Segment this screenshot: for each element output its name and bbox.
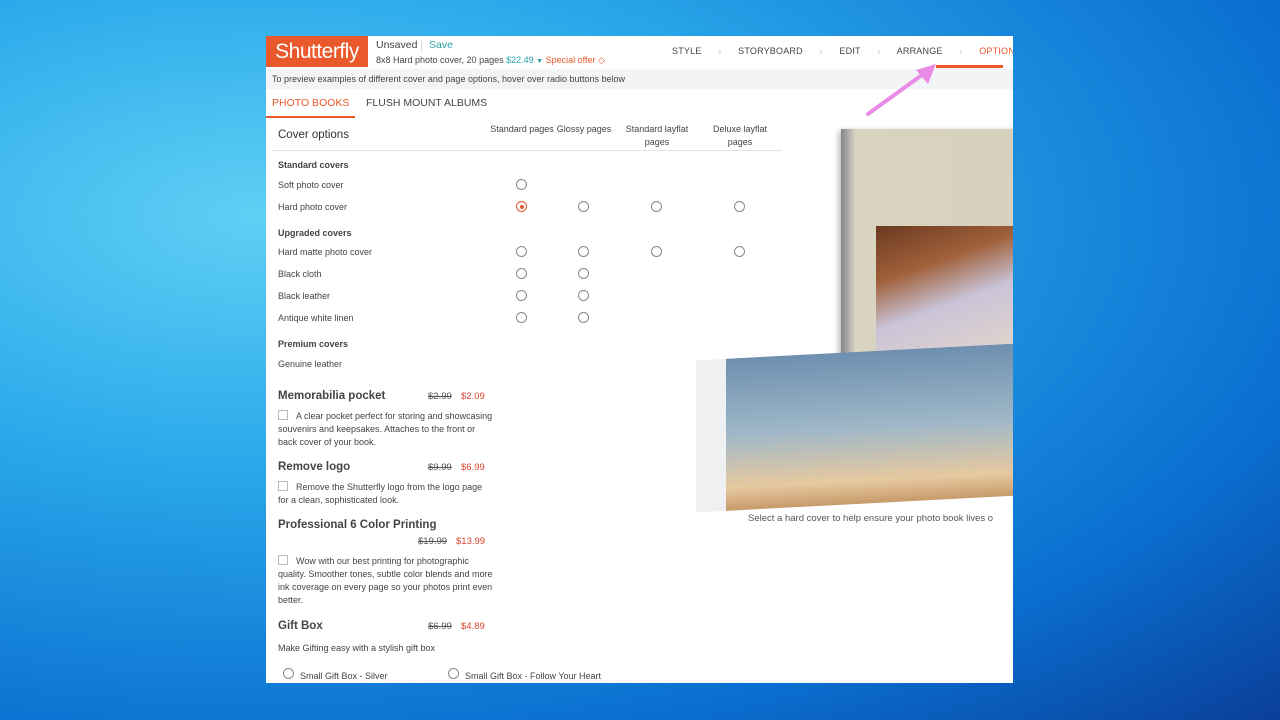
caret-down-icon[interactable]: ▼ [536,58,543,65]
cover-option-radio[interactable] [578,290,589,301]
addon-description-text: Wow with our best printing for photograp… [278,556,493,605]
step-arrange[interactable]: ARRANGE [897,46,943,56]
cover-option-radio[interactable] [516,268,527,279]
cover-option-radio[interactable] [516,312,527,323]
addon-description-text: A clear pocket perfect for storing and s… [278,411,493,447]
product-summary: 8x8 Hard photo cover, 20 pages $22.49 ▼ … [376,55,605,66]
cover-option-radio[interactable] [516,179,527,190]
gift-box-silver-radio[interactable] [283,668,294,679]
addon-checkbox[interactable] [278,481,288,491]
addon-checkbox[interactable] [278,555,288,565]
cover-option-radio[interactable] [578,312,589,323]
product-description: 8x8 Hard photo cover, 20 pages [376,55,504,65]
app-window: Shutterfly Unsaved Save 8x8 Hard photo c… [266,36,1013,683]
chevron-right-icon: › [959,46,963,56]
cover-option-label: Hard photo cover [278,202,348,212]
step-storyboard[interactable]: STORYBOARD [738,46,803,56]
tag-icon: ◇ [598,55,605,65]
old-price: $6.99 [428,621,452,632]
cover-option-label: Antique white linen [278,313,354,323]
cover-option-label: Black cloth [278,269,322,279]
divider [421,39,422,52]
cover-group-label: Premium covers [278,339,349,349]
step-edit[interactable]: EDIT [839,46,860,56]
cover-group-label: Standard covers [278,160,349,170]
active-step-underline [936,65,1003,68]
cover-option-label: Genuine leather [278,359,343,369]
save-button[interactable]: Save [429,39,453,51]
step-options[interactable]: OPTIONS [979,46,1013,56]
cover-option-radio[interactable] [651,201,662,212]
column-header: Standard layflat pages [625,124,689,147]
sale-price: $6.99 [461,462,485,473]
cover-option-label: Black leather [278,291,331,301]
book-preview-image [686,124,1013,513]
shutterfly-logo[interactable]: Shutterfly [266,36,368,67]
open-page-photo [696,343,1013,513]
preview-caption: Select a hard cover to help ensure your … [748,513,994,524]
cover-group-label: Upgraded covers [278,228,352,238]
step-nav: STYLE › STORYBOARD › EDIT › ARRANGE › OP… [672,46,1013,56]
cover-option-radio[interactable] [578,201,589,212]
cover-option-radio[interactable] [516,290,527,301]
addon-description: Remove the Shutterfly logo from the logo… [278,481,493,507]
gift-box-silver-label: Small Gift Box - Silver [300,671,388,681]
step-style[interactable]: STYLE [672,46,702,56]
cover-option-radio[interactable] [578,246,589,257]
addon-description: A clear pocket perfect for storing and s… [278,410,493,449]
sale-price: $4.89 [461,621,485,632]
active-tab-underline [266,116,355,118]
sale-price: $13.99 [456,536,486,547]
addon-title: Memorabilia pocket [278,390,386,402]
chevron-right-icon: › [718,46,722,56]
cover-option-label: Soft photo cover [278,180,344,190]
tab-photo-books[interactable]: PHOTO BOOKS [272,97,349,109]
cover-options-title: Cover options [278,129,349,141]
old-price: $2.99 [428,391,452,402]
annotation-arrow-icon [866,64,936,116]
gift-box-heart-radio[interactable] [448,668,459,679]
sale-price: $2.09 [461,391,485,402]
cover-option-radio[interactable] [516,246,527,257]
tab-flush-mount-albums[interactable]: FLUSH MOUNT ALBUMS [366,97,487,109]
cover-option-label: Hard matte photo cover [278,247,373,257]
gift-box-title: Gift Box [278,620,323,632]
cover-option-radio[interactable] [516,201,527,212]
chevron-right-icon: › [819,46,823,56]
addon-description: Wow with our best printing for photograp… [278,555,493,607]
addon-title: Professional 6 Color Printing [278,519,437,531]
gift-box-heart-label: Small Gift Box - Follow Your Heart [465,671,602,681]
cover-option-radio[interactable] [651,246,662,257]
old-price: $9.99 [428,462,452,473]
cover-option-radio[interactable] [578,268,589,279]
addon-title: Remove logo [278,461,351,473]
save-status: Unsaved [376,39,418,51]
addon-checkbox[interactable] [278,410,288,420]
gift-box-description: Make Gifting easy with a stylish gift bo… [278,643,436,653]
special-offer-link[interactable]: Special offer [546,55,596,65]
price-link[interactable]: $22.49 [506,55,534,65]
old-price: $19.99 [418,536,448,547]
column-header: Glossy pages [556,124,612,134]
addon-description-text: Remove the Shutterfly logo from the logo… [278,482,483,505]
chevron-right-icon: › [877,46,881,56]
